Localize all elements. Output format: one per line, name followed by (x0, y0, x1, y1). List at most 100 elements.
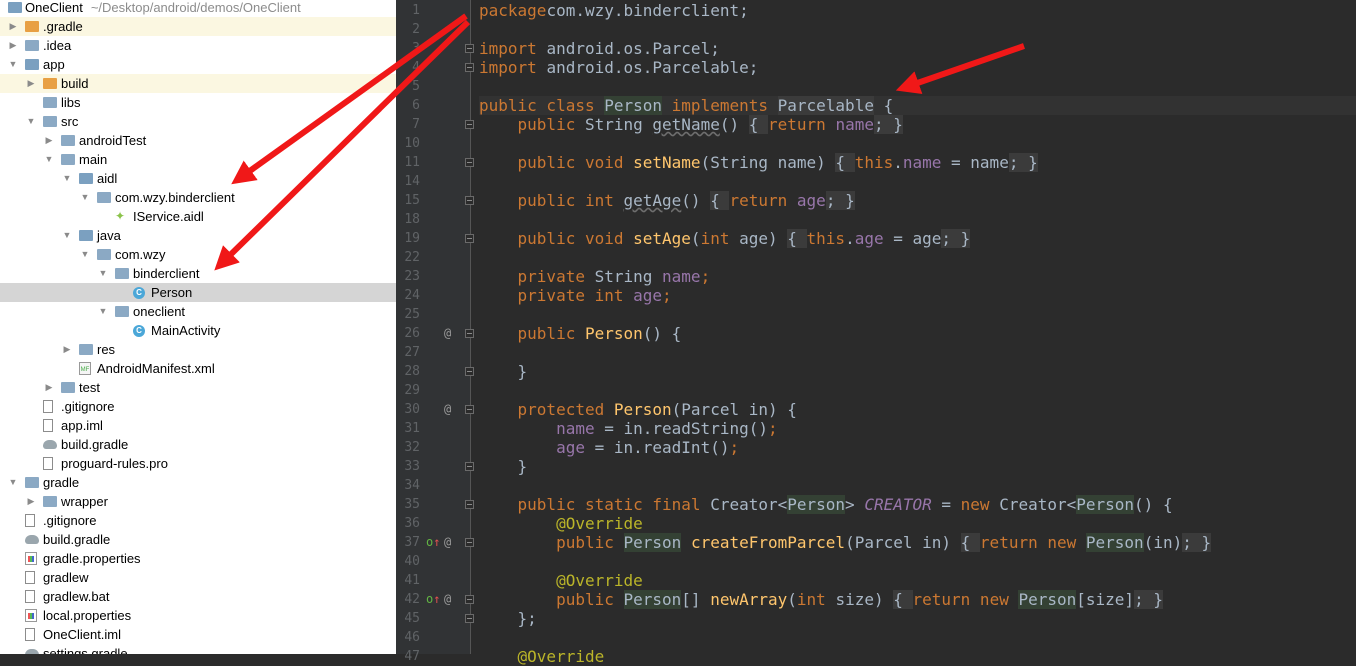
tree-item[interactable]: ▼ com.wzy (0, 245, 396, 264)
code-line[interactable]: public class Person implements Parcelabl… (479, 96, 1356, 115)
annotation-marker-icon[interactable]: @ (444, 533, 451, 552)
collapse-arrow-icon[interactable]: ▼ (80, 188, 90, 207)
code-line[interactable]: name = in.readString(); (479, 419, 1356, 438)
code-line[interactable] (479, 248, 1356, 267)
tree-item[interactable]: ▼ com.wzy.binderclient (0, 188, 396, 207)
fold-toggle-icon[interactable] (465, 63, 474, 72)
tree-item[interactable]: ▼ main (0, 150, 396, 169)
tree-item[interactable]: ▼ binderclient (0, 264, 396, 283)
tree-item[interactable]: ▼ oneclient (0, 302, 396, 321)
tree-item[interactable]: ▶ build (0, 74, 396, 93)
tree-item[interactable]: gradlew.bat (0, 587, 396, 606)
tree-item[interactable]: ▼ gradle (0, 473, 396, 492)
code-line[interactable]: public void setName(String name) { this.… (479, 153, 1356, 172)
fold-toggle-icon[interactable] (465, 500, 474, 509)
fold-toggle-icon[interactable] (465, 595, 474, 604)
tree-item[interactable]: OneClient.iml (0, 625, 396, 644)
tree-item[interactable]: ▶ test (0, 378, 396, 397)
expand-arrow-icon[interactable]: ▶ (44, 378, 54, 397)
annotation-marker-icon[interactable]: @ (444, 590, 451, 609)
annotation-marker-icon[interactable]: @ (444, 400, 451, 419)
code-line[interactable] (479, 476, 1356, 495)
expand-arrow-icon[interactable]: ▶ (62, 340, 72, 359)
collapse-arrow-icon[interactable]: ▼ (62, 169, 72, 188)
fold-toggle-icon[interactable] (465, 405, 474, 414)
code-line[interactable]: public static final Creator<Person> CREA… (479, 495, 1356, 514)
code-line[interactable] (479, 552, 1356, 571)
code-line[interactable]: age = in.readInt(); (479, 438, 1356, 457)
override-marker-icon[interactable]: o↑ (426, 533, 440, 552)
code-line[interactable]: @Override (479, 571, 1356, 590)
collapse-arrow-icon[interactable]: ▼ (8, 473, 18, 492)
tree-item[interactable]: app.iml (0, 416, 396, 435)
collapse-arrow-icon[interactable]: ▼ (80, 245, 90, 264)
code-line[interactable]: protected Person(Parcel in) { (479, 400, 1356, 419)
code-line[interactable]: import android.os.Parcelable; (479, 58, 1356, 77)
tree-item[interactable]: ▼ app (0, 55, 396, 74)
fold-toggle-icon[interactable] (465, 196, 474, 205)
code-line[interactable] (479, 77, 1356, 96)
tree-item[interactable]: ✦ IService.aidl (0, 207, 396, 226)
code-line[interactable]: public void setAge(int age) { this.age =… (479, 229, 1356, 248)
code-line[interactable] (479, 628, 1356, 647)
tree-item[interactable]: ▶ res (0, 340, 396, 359)
fold-toggle-icon[interactable] (465, 538, 474, 547)
tree-item[interactable]: ▼ java (0, 226, 396, 245)
code-line[interactable] (479, 381, 1356, 400)
project-root-row[interactable]: OneClient ~/Desktop/android/demos/OneClie… (0, 0, 396, 17)
tree-item[interactable]: local.properties (0, 606, 396, 625)
collapse-arrow-icon[interactable]: ▼ (8, 55, 18, 74)
code-line[interactable]: import android.os.Parcel; (479, 39, 1356, 58)
code-line[interactable]: public int getAge() { return age; } (479, 191, 1356, 210)
fold-toggle-icon[interactable] (465, 234, 474, 243)
tree-item[interactable]: ▶ wrapper (0, 492, 396, 511)
tree-item[interactable]: ▶ .idea (0, 36, 396, 55)
tree-item[interactable]: C MainActivity (0, 321, 396, 340)
tree-item[interactable]: .gitignore (0, 511, 396, 530)
code-editor[interactable]: 1 2 3 4 5 6 7 10 11 14 15 18 19 22 23 24 25 26 @27 28 29 30 @3… (396, 0, 1356, 666)
tree-item[interactable]: proguard-rules.pro (0, 454, 396, 473)
collapse-arrow-icon[interactable]: ▼ (62, 226, 72, 245)
code-line[interactable] (479, 210, 1356, 229)
fold-toggle-icon[interactable] (465, 367, 474, 376)
code-line[interactable]: public String getName() { return name; } (479, 115, 1356, 134)
code-line[interactable] (479, 172, 1356, 191)
annotation-marker-icon[interactable]: @ (444, 324, 451, 343)
code-line[interactable] (479, 20, 1356, 39)
expand-arrow-icon[interactable]: ▶ (26, 492, 36, 511)
tree-item[interactable]: build.gradle (0, 435, 396, 454)
collapse-arrow-icon[interactable]: ▼ (26, 112, 36, 131)
tree-item[interactable]: libs (0, 93, 396, 112)
code-line[interactable]: @Override (479, 514, 1356, 533)
fold-toggle-icon[interactable] (465, 329, 474, 338)
expand-arrow-icon[interactable]: ▶ (44, 131, 54, 150)
code-line[interactable]: public Person() { (479, 324, 1356, 343)
code-line[interactable]: @Override (479, 647, 1356, 666)
tree-item[interactable]: .gitignore (0, 397, 396, 416)
code-line[interactable]: public Person createFromParcel(Parcel in… (479, 533, 1356, 552)
tree-item[interactable]: gradlew (0, 568, 396, 587)
code-line[interactable]: private int age; (479, 286, 1356, 305)
fold-toggle-icon[interactable] (465, 462, 474, 471)
tree-item[interactable]: C Person (0, 283, 396, 302)
code-line[interactable]: }; (479, 609, 1356, 628)
tree-item[interactable]: MF AndroidManifest.xml (0, 359, 396, 378)
tree-item[interactable]: ▼ aidl (0, 169, 396, 188)
collapse-arrow-icon[interactable]: ▼ (98, 264, 108, 283)
tree-item[interactable]: build.gradle (0, 530, 396, 549)
code-line[interactable] (479, 134, 1356, 153)
tree-item[interactable]: ▼ src (0, 112, 396, 131)
tree-item[interactable]: gradle.properties (0, 549, 396, 568)
code-line[interactable]: public Person[] newArray(int size) { ret… (479, 590, 1356, 609)
expand-arrow-icon[interactable]: ▶ (8, 36, 18, 55)
override-marker-icon[interactable]: o↑ (426, 590, 440, 609)
code-line[interactable]: private String name; (479, 267, 1356, 286)
expand-arrow-icon[interactable]: ▶ (26, 74, 36, 93)
fold-toggle-icon[interactable] (465, 120, 474, 129)
collapse-arrow-icon[interactable]: ▼ (44, 150, 54, 169)
code-line[interactable]: } (479, 457, 1356, 476)
code-line[interactable]: packagecom.wzy.binderclient; (479, 1, 1356, 20)
fold-toggle-icon[interactable] (465, 614, 474, 623)
tree-item[interactable]: ▶ .gradle (0, 17, 396, 36)
code-line[interactable]: } (479, 362, 1356, 381)
